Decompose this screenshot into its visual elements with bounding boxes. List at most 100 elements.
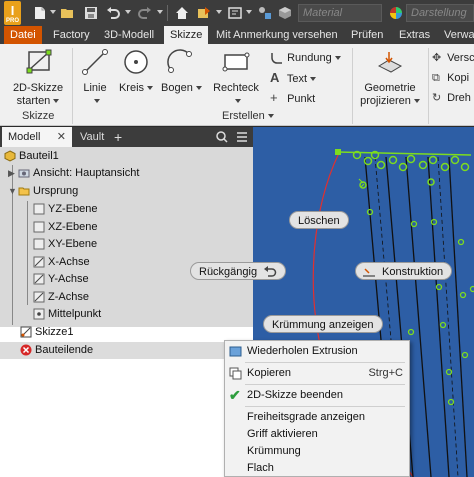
constraint-glyph[interactable]	[440, 162, 450, 172]
undo-icon[interactable]	[106, 6, 120, 20]
inventor-logo[interactable]: I PRO	[4, 1, 21, 25]
measure-icon[interactable]	[228, 6, 242, 20]
menu-item-repeat-extrude[interactable]: Wiederholen Extrusion	[225, 343, 409, 360]
tree-line	[27, 201, 28, 305]
redo-icon[interactable]	[138, 6, 152, 20]
menu-item-curvature[interactable]: Krümmung	[225, 443, 409, 460]
node-label: Bauteil1	[19, 150, 59, 162]
line-tool-button[interactable]: Linie	[78, 48, 112, 108]
constraint-glyph[interactable]	[388, 155, 398, 165]
tab-vault[interactable]: Vault	[74, 127, 110, 147]
marking-menu-delete[interactable]: Löschen	[289, 211, 349, 229]
project-geometry-button[interactable]: Geometrie projizieren	[358, 48, 422, 108]
measure-dropdown-icon[interactable]	[246, 10, 252, 14]
menu-icon[interactable]	[236, 131, 248, 143]
new-dropdown-icon[interactable]	[50, 10, 56, 14]
point-tool-button[interactable]: + Punkt	[270, 90, 315, 106]
tab-factory[interactable]: Factory	[47, 26, 96, 44]
constraint-glyph[interactable]	[406, 154, 416, 164]
marking-menu-show-curvature[interactable]: Krümmung anzeigen	[263, 315, 383, 333]
tab-modell[interactable]: Modell ✕	[2, 127, 72, 147]
tab-mit-anmerkung[interactable]: Mit Anmerkung versehen	[210, 26, 344, 44]
tab-3d-modell[interactable]: 3D-Modell	[98, 26, 160, 44]
appearance-sphere-icon[interactable]	[389, 6, 403, 20]
new-file-icon[interactable]	[33, 6, 47, 20]
undo-dropdown-icon[interactable]	[125, 10, 131, 14]
sketch-point[interactable]	[410, 220, 418, 228]
constraint-glyph[interactable]	[460, 162, 470, 172]
sketch-point[interactable]	[407, 328, 415, 336]
rectangle-tool-button[interactable]: Rechteck	[210, 48, 262, 108]
sketch-point[interactable]	[447, 398, 455, 406]
constraint-glyph[interactable]	[427, 178, 435, 186]
menu-item-show-dof[interactable]: Freiheitsgrade anzeigen	[225, 409, 409, 426]
constraint-glyph[interactable]	[335, 149, 341, 155]
marking-menu-undo[interactable]: Rückgängig	[190, 262, 287, 280]
text-label: Text	[286, 73, 308, 85]
close-icon[interactable]: ✕	[57, 127, 66, 147]
plane-icon	[33, 238, 45, 250]
tab-skizze[interactable]: Skizze	[164, 26, 209, 44]
save-icon[interactable]	[84, 6, 98, 20]
ipt-icon[interactable]	[258, 6, 272, 20]
expand-arrow-icon[interactable]: ▶	[8, 165, 15, 182]
material-combo[interactable]: Material	[298, 4, 382, 22]
move-label: Versch	[447, 52, 474, 64]
text-tool-button[interactable]: A Text	[270, 70, 317, 86]
plane-icon	[33, 221, 45, 233]
context-menu: Wiederholen Extrusion Kopieren Strg+C ✔ …	[224, 340, 410, 477]
sketch-point[interactable]	[439, 321, 447, 329]
sketch-point[interactable]	[457, 238, 465, 246]
menu-item-finish-sketch[interactable]: ✔ 2D-Skizze beenden	[225, 387, 409, 404]
collapse-arrow-icon[interactable]: ▼	[8, 183, 17, 200]
update-dropdown-icon[interactable]	[216, 10, 222, 14]
node-label: XZ-Ebene	[48, 221, 98, 233]
node-label: Y-Achse	[48, 273, 89, 285]
menu-item-shortcut: Strg+C	[368, 367, 403, 379]
sketch-point[interactable]	[461, 351, 469, 359]
move-tool-button[interactable]: ✥ Versch	[432, 50, 474, 66]
constraint-glyph[interactable]	[376, 160, 386, 170]
node-label: Mittelpunkt	[48, 308, 102, 320]
tab-modell-label: Modell	[8, 131, 41, 143]
chevron-down-icon	[195, 86, 202, 91]
arc-tool-button[interactable]: Bogen	[161, 48, 202, 95]
update-icon[interactable]	[197, 6, 211, 20]
menu-item-enable-handle[interactable]: Griff aktivieren	[225, 426, 409, 443]
rectangle-label: Rechteck	[213, 82, 259, 94]
panel-separator	[428, 48, 429, 124]
constraint-glyph[interactable]	[418, 160, 428, 170]
point-label: Punkt	[287, 93, 316, 105]
ribbon-panel: 2D-Skizze starten Skizze Linie Kreis Boge…	[0, 44, 474, 126]
constraint-glyph[interactable]	[428, 155, 438, 165]
home-icon[interactable]	[175, 6, 189, 20]
search-icon[interactable]	[216, 131, 228, 143]
rotate-tool-button[interactable]: ↻ Dreh	[432, 90, 471, 106]
tab-pruefen[interactable]: Prüfen	[345, 26, 389, 44]
sketch-point[interactable]	[445, 368, 453, 376]
constraint-glyph[interactable]	[398, 162, 408, 172]
sketch-point[interactable]	[435, 283, 443, 291]
start-2d-sketch-button[interactable]: 2D-Skizze starten	[8, 48, 68, 108]
circle-tool-button[interactable]: Kreis	[118, 48, 154, 95]
chevron-down-icon	[334, 56, 341, 61]
sketch-point[interactable]	[469, 285, 474, 293]
redo-dropdown-icon[interactable]	[157, 10, 163, 14]
panel-label-erstellen[interactable]: Erstellen	[222, 110, 274, 122]
marking-menu-construction[interactable]: Konstruktion	[355, 262, 453, 280]
menu-item-copy[interactable]: Kopieren Strg+C	[225, 365, 409, 382]
fillet-tool-button[interactable]: Rundung	[270, 50, 341, 66]
add-tab-icon[interactable]: +	[108, 127, 128, 147]
panel-separator	[72, 48, 73, 124]
undo-label: Rückgängig	[199, 266, 258, 278]
menu-item-flat[interactable]: Flach	[225, 460, 409, 477]
material-cube-icon[interactable]	[278, 6, 292, 20]
appearance-combo[interactable]: Darstellung	[406, 4, 474, 22]
constraint-glyph[interactable]	[450, 155, 460, 165]
copy-tool-button[interactable]: ⧉ Kopi	[432, 70, 469, 86]
sketch-point[interactable]	[459, 291, 467, 299]
open-folder-icon[interactable]	[60, 6, 74, 20]
tab-datei[interactable]: Datei	[4, 26, 42, 44]
tab-extras[interactable]: Extras	[393, 26, 436, 44]
tab-verwalten[interactable]: Verwal	[438, 26, 474, 44]
